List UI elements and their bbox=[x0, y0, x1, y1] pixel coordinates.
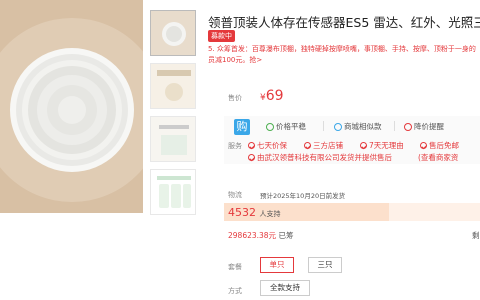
guarantee-label: 服务 bbox=[228, 142, 242, 150]
price-value: ¥69 bbox=[260, 88, 284, 104]
option-triple[interactable]: 三只 bbox=[308, 257, 342, 273]
check-icon bbox=[360, 142, 367, 149]
divider bbox=[394, 121, 395, 131]
bell-icon bbox=[404, 123, 412, 131]
option-single[interactable]: 单只 bbox=[260, 257, 294, 273]
view-shop-link[interactable]: (查看商家资 bbox=[418, 152, 458, 163]
trend-icon bbox=[266, 123, 274, 131]
thumbnail-3[interactable] bbox=[150, 116, 196, 162]
check-icon bbox=[248, 154, 255, 161]
thumbnail-1[interactable] bbox=[150, 10, 196, 56]
guarantee-item: 三方店铺 bbox=[304, 140, 343, 151]
shipper-info: 由武汉领普科技有限公司发货并提供售后 bbox=[248, 152, 392, 163]
guarantee-item: 售后免邮 bbox=[420, 140, 459, 151]
check-icon bbox=[304, 142, 311, 149]
guarantee-item: 7天无理由 bbox=[360, 140, 404, 151]
description-line-2[interactable]: 员减100元。抢> bbox=[208, 55, 480, 66]
main-product-image bbox=[0, 0, 143, 213]
check-icon bbox=[420, 142, 427, 149]
raised-amount: 298623.38元 已筹 bbox=[228, 231, 294, 240]
similar-items-button[interactable]: 商城相似款 bbox=[334, 121, 382, 132]
shipping-estimate: 预计2025年10月20日前发货 bbox=[260, 192, 346, 200]
price-amount: 69 bbox=[265, 88, 284, 104]
product-info-panel: 领普顶装人体存在传感器ES5 雷达、红外、光照三感合 募款中 5. 众筹首发：百… bbox=[208, 0, 480, 300]
shop-icon bbox=[334, 123, 342, 131]
thumbnail-strip bbox=[150, 10, 198, 222]
guarantee-item: 七天价保 bbox=[248, 140, 287, 151]
product-title: 领普顶装人体存在传感器ES5 雷达、红外、光照三感合 bbox=[208, 15, 480, 30]
mode-label: 方式 bbox=[228, 287, 242, 295]
price-stable-button[interactable]: 价格平稳 bbox=[266, 121, 306, 132]
package-label: 套餐 bbox=[228, 263, 242, 271]
price-drop-alert-button[interactable]: 降价提醒 bbox=[404, 121, 444, 132]
shopping-assistant-icon: 购 bbox=[234, 119, 250, 135]
price-label: 售价 bbox=[228, 94, 242, 102]
thumbnail-4[interactable] bbox=[150, 169, 196, 215]
divider bbox=[323, 121, 324, 131]
product-description: 5. 众筹首发：百尊瀑布顶棚，独特硬掉按摩喷嘴，事顶棚、手持、按摩、顶粉于一身的… bbox=[208, 44, 480, 66]
check-icon bbox=[248, 142, 255, 149]
logistics-label: 物流 bbox=[228, 191, 242, 199]
thumbnail-2[interactable] bbox=[150, 63, 196, 109]
option-full-payment[interactable]: 全款支持 bbox=[260, 280, 310, 296]
supporter-count: 4532 人支持 bbox=[228, 206, 281, 219]
status-badge: 募款中 bbox=[208, 30, 235, 42]
remaining-label: 剩 bbox=[472, 231, 480, 240]
description-line-1: 5. 众筹首发：百尊瀑布顶棚，独特硬掉按摩喷嘴，事顶棚、手持、按摩、顶粉于一身的 bbox=[208, 45, 476, 53]
